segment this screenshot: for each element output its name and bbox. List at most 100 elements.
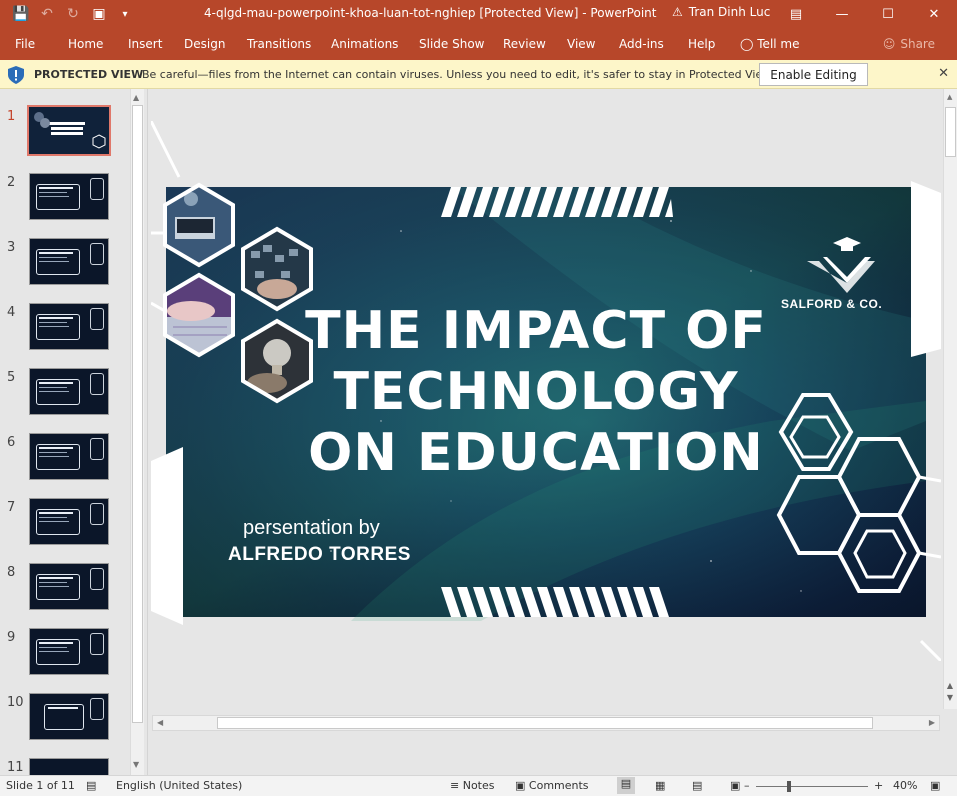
zoom-level[interactable]: 40% xyxy=(893,779,917,792)
tab-slide-show[interactable]: Slide Show xyxy=(419,37,484,51)
protected-view-title: PROTECTED VIEW xyxy=(34,68,144,81)
zoom-in-icon[interactable]: + xyxy=(874,779,883,792)
status-bar: Slide 1 of 11 ▤ English (United States) … xyxy=(0,775,957,796)
protected-view-message: Be careful—files from the Internet can c… xyxy=(142,68,774,81)
window-title: 4-qlgd-mau-powerpoint-khoa-luan-tot-nghi… xyxy=(204,6,657,20)
slide-thumbnail[interactable]: 10 xyxy=(0,691,130,751)
share-button[interactable]: ☺ Share xyxy=(883,37,935,51)
slide-thumbnail[interactable]: 3 xyxy=(0,236,130,296)
slide-number: 8 xyxy=(7,565,16,580)
slide-number: 7 xyxy=(7,500,16,515)
next-slide-icon[interactable]: ▼ xyxy=(943,692,957,704)
thumbnail-image xyxy=(29,173,109,220)
slide-thumbnail[interactable]: 2 xyxy=(0,171,130,231)
slide-thumbnail[interactable]: 11 xyxy=(0,756,130,775)
fit-to-window-icon[interactable]: ▣ xyxy=(930,779,940,792)
quick-access-toolbar: 💾 ↶ ↻ ▣ ▾ xyxy=(0,0,138,28)
scrollbar-thumb[interactable] xyxy=(132,105,143,723)
slide-thumbnail[interactable]: 8 xyxy=(0,561,130,621)
normal-view-icon[interactable]: ▤ xyxy=(617,777,635,794)
spelling-icon[interactable]: ▤ xyxy=(86,779,96,792)
enable-editing-button[interactable]: Enable Editing xyxy=(759,63,868,86)
comment-icon: ▣ xyxy=(515,779,526,792)
slide-thumbnail[interactable]: 4 xyxy=(0,301,130,361)
slide-counter: Slide 1 of 11 xyxy=(6,779,75,792)
previous-slide-icon[interactable]: ▲ xyxy=(943,680,957,692)
slide-sorter-icon[interactable]: ▦ xyxy=(655,779,665,792)
maximize-button[interactable]: ☐ xyxy=(865,0,911,28)
save-icon[interactable]: 💾 xyxy=(8,0,34,28)
ribbon-tabs: File Home Insert Design Transitions Anim… xyxy=(0,28,957,60)
present-icon[interactable]: ▣ xyxy=(86,0,112,28)
horizontal-scrollbar[interactable]: ◀ ▶ xyxy=(152,715,940,731)
title-bar: 💾 ↶ ↻ ▣ ▾ 4-qlgd-mau-powerpoint-khoa-lua… xyxy=(0,0,957,28)
thumbnail-image xyxy=(29,303,109,350)
notes-button[interactable]: ≡ Notes xyxy=(450,779,495,792)
close-icon[interactable]: ✕ xyxy=(938,66,949,81)
tab-file[interactable]: File xyxy=(15,37,35,51)
tab-review[interactable]: Review xyxy=(503,37,546,51)
slide-thumbnail[interactable]: 7 xyxy=(0,496,130,556)
scrollbar-thumb[interactable] xyxy=(217,717,873,729)
scroll-up-icon[interactable]: ▲ xyxy=(133,93,139,102)
tab-design[interactable]: Design xyxy=(184,37,225,51)
tab-insert[interactable]: Insert xyxy=(128,37,162,51)
thumbnail-image xyxy=(29,433,109,480)
notes-icon: ≡ xyxy=(450,779,460,792)
thumbnail-image xyxy=(27,105,111,156)
slide-number: 1 xyxy=(7,109,16,124)
tell-me-search[interactable]: ◯ Tell me xyxy=(740,37,800,51)
tab-add-ins[interactable]: Add-ins xyxy=(619,37,664,51)
ribbon-display-icon[interactable]: ▤ xyxy=(773,0,819,28)
slide-number: 5 xyxy=(7,370,16,385)
warning-icon: ⚠ xyxy=(672,5,683,19)
tab-transitions[interactable]: Transitions xyxy=(247,37,311,51)
thumbnail-image xyxy=(29,238,109,285)
slide-number: 11 xyxy=(7,760,24,775)
slide-thumbnail[interactable]: 6 xyxy=(0,431,130,491)
slide-title: THE IMPACT OF TECHNOLOGY ON EDUCATION xyxy=(305,301,767,483)
undo-icon[interactable]: ↶ xyxy=(34,0,60,28)
slide-thumbnail[interactable]: 9 xyxy=(0,626,130,686)
slide-thumbnail[interactable]: 1 xyxy=(0,105,130,165)
zoom-out-icon[interactable]: – xyxy=(744,779,750,792)
thumbnail-image xyxy=(29,628,109,675)
scroll-down-icon[interactable]: ▼ xyxy=(133,760,139,769)
slide-subtitle: persentation by xyxy=(243,517,380,539)
thumbnail-image xyxy=(29,368,109,415)
scroll-left-icon[interactable]: ◀ xyxy=(157,718,163,727)
tab-animations[interactable]: Animations xyxy=(331,37,398,51)
slideshow-view-icon[interactable]: ▣ xyxy=(730,779,740,792)
minimize-button[interactable]: — xyxy=(819,0,865,28)
thumbnail-image xyxy=(29,693,109,740)
slide-number: 2 xyxy=(7,175,16,190)
slide-thumbnail-pane: 1 2 3 4 5 6 7 8 9 10 11 ▲ ▼ xyxy=(0,89,148,775)
user-account[interactable]: ⚠ Tran Dinh Luc xyxy=(672,5,770,19)
thumbnail-image xyxy=(29,498,109,545)
slide-nav-arrows[interactable]: ▲ ▼ xyxy=(943,680,957,708)
slide-thumbnail[interactable]: 5 xyxy=(0,366,130,426)
scroll-right-icon[interactable]: ▶ xyxy=(929,718,935,727)
presenter-name: ALFREDO TORRES xyxy=(228,544,411,565)
scroll-up-icon[interactable]: ▲ xyxy=(947,93,952,101)
tab-view[interactable]: View xyxy=(567,37,595,51)
comments-button[interactable]: ▣ Comments xyxy=(515,779,589,792)
protected-view-bar: PROTECTED VIEW Be careful—files from the… xyxy=(0,60,957,89)
language-indicator[interactable]: English (United States) xyxy=(116,779,242,792)
user-name: Tran Dinh Luc xyxy=(688,5,771,19)
scrollbar-thumb[interactable] xyxy=(945,107,956,157)
close-button[interactable]: ✕ xyxy=(911,0,957,28)
tab-help[interactable]: Help xyxy=(688,37,715,51)
brand-name: SALFORD & CO. xyxy=(781,297,883,311)
thumbnail-image xyxy=(29,563,109,610)
tab-home[interactable]: Home xyxy=(68,37,103,51)
thumbnail-scrollbar[interactable]: ▲ ▼ xyxy=(130,89,144,775)
slide-number: 6 xyxy=(7,435,16,450)
zoom-slider-handle[interactable] xyxy=(787,781,791,792)
slide-canvas[interactable]: THE IMPACT OF TECHNOLOGY ON EDUCATION pe… xyxy=(151,121,941,661)
customize-qat-icon[interactable]: ▾ xyxy=(112,0,138,28)
redo-icon[interactable]: ↻ xyxy=(60,0,86,28)
vertical-scrollbar[interactable]: ▲ xyxy=(943,89,957,709)
reading-view-icon[interactable]: ▤ xyxy=(692,779,702,792)
zoom-slider[interactable] xyxy=(756,786,868,787)
